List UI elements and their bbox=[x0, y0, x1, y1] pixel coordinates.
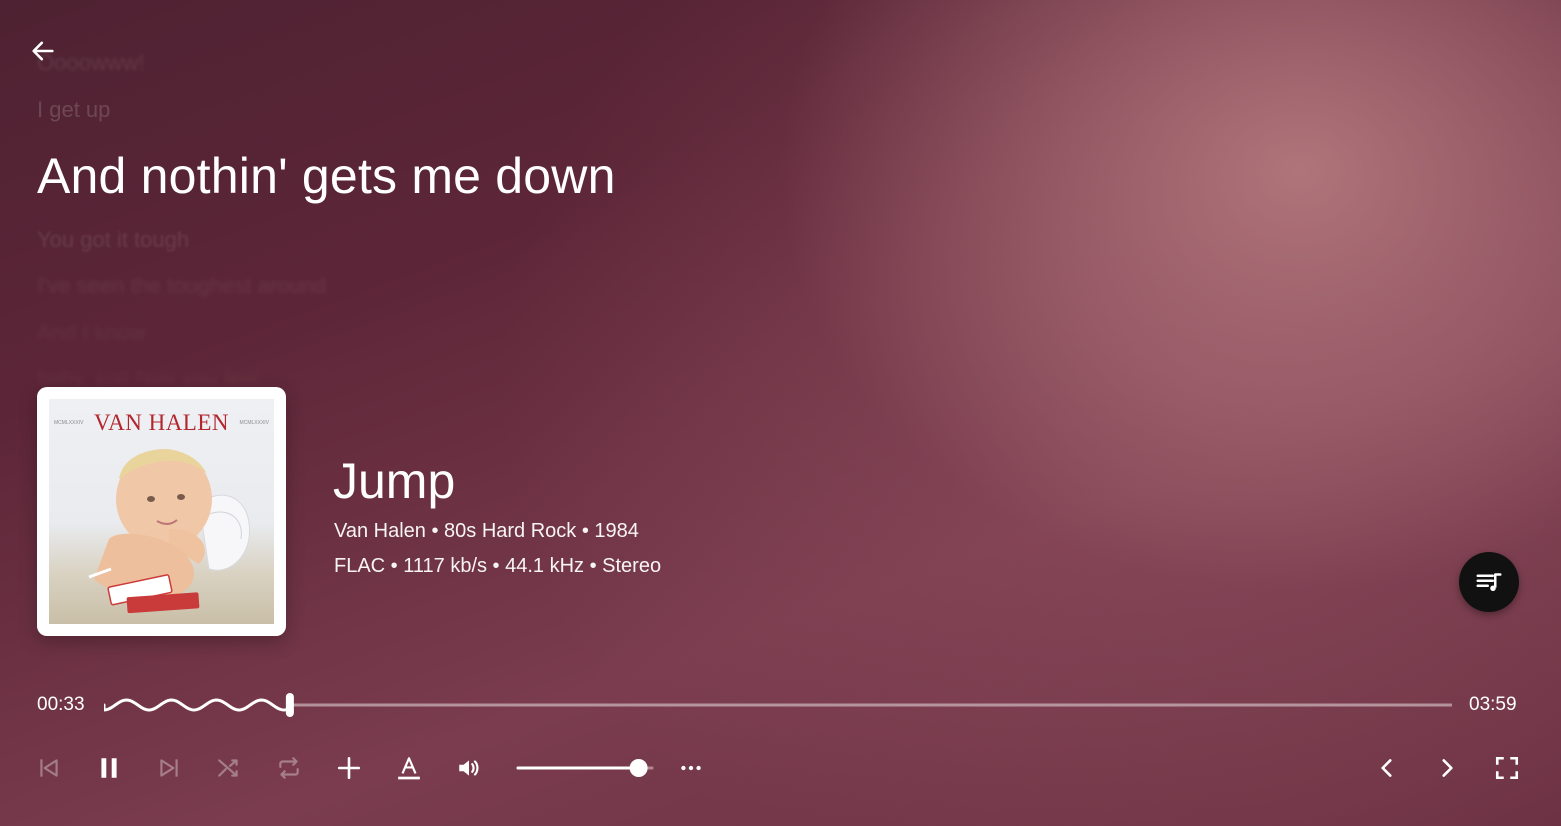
lyric-line-previous[interactable]: I get up bbox=[37, 97, 110, 123]
more-horizontal-icon bbox=[681, 765, 701, 771]
seek-bar-thumb[interactable] bbox=[285, 693, 294, 717]
song-title: Jump bbox=[333, 453, 456, 509]
volume-thumb[interactable] bbox=[629, 759, 648, 777]
repeat-icon bbox=[279, 757, 299, 779]
volume-slider[interactable] bbox=[516, 752, 656, 784]
lyric-line-upcoming[interactable]: I've seen the toughest around bbox=[37, 273, 326, 299]
song-artist-genre-year[interactable]: Van Halen • 80s Hard Rock • 1984 bbox=[334, 520, 639, 543]
shuffle-button[interactable] bbox=[211, 750, 247, 786]
fullscreen-icon bbox=[1495, 756, 1519, 780]
text-format-icon bbox=[398, 757, 420, 780]
previous-track-button[interactable] bbox=[31, 750, 67, 786]
next-view-button[interactable] bbox=[1429, 750, 1465, 786]
lyric-line-upcoming[interactable]: You got it tough bbox=[37, 227, 189, 253]
total-time: 03:59 bbox=[1469, 694, 1517, 715]
playlist-icon bbox=[1476, 573, 1502, 591]
elapsed-time: 00:33 bbox=[37, 694, 85, 715]
skip-previous-icon bbox=[40, 759, 58, 777]
plus-icon bbox=[337, 756, 361, 780]
lyric-line-upcoming[interactable]: And I know bbox=[37, 320, 146, 346]
lyric-line-current[interactable]: And nothin' gets me down bbox=[37, 147, 616, 205]
lyric-line-previous[interactable]: Oooowww! bbox=[37, 50, 145, 76]
seek-bar[interactable] bbox=[102, 688, 1453, 722]
more-options-button[interactable] bbox=[673, 750, 709, 786]
shuffle-icon bbox=[218, 759, 238, 777]
previous-view-button[interactable] bbox=[1369, 750, 1405, 786]
cherub-illustration bbox=[88, 449, 251, 614]
album-cover-image: MCMLXXXIV VAN HALEN MCMLXXXIV bbox=[49, 399, 274, 624]
repeat-button[interactable] bbox=[271, 750, 307, 786]
pause-button[interactable] bbox=[91, 750, 127, 786]
pause-icon bbox=[101, 758, 117, 778]
skip-next-icon bbox=[160, 759, 178, 777]
song-audio-format: FLAC • 1117 kb/s • 44.1 kHz • Stereo bbox=[334, 555, 662, 577]
chevron-right-icon bbox=[1442, 759, 1453, 777]
chevron-left-icon bbox=[1381, 759, 1392, 777]
album-art: MCMLXXXIV VAN HALEN MCMLXXXIV bbox=[37, 387, 286, 636]
next-track-button[interactable] bbox=[151, 750, 187, 786]
volume-button[interactable] bbox=[451, 750, 487, 786]
fullscreen-button[interactable] bbox=[1489, 750, 1525, 786]
queue-button[interactable] bbox=[1459, 552, 1519, 612]
lyrics-font-button[interactable] bbox=[391, 750, 427, 786]
seek-bar-progress bbox=[102, 698, 290, 712]
add-to-playlist-button[interactable] bbox=[331, 750, 367, 786]
volume-icon bbox=[459, 760, 479, 776]
